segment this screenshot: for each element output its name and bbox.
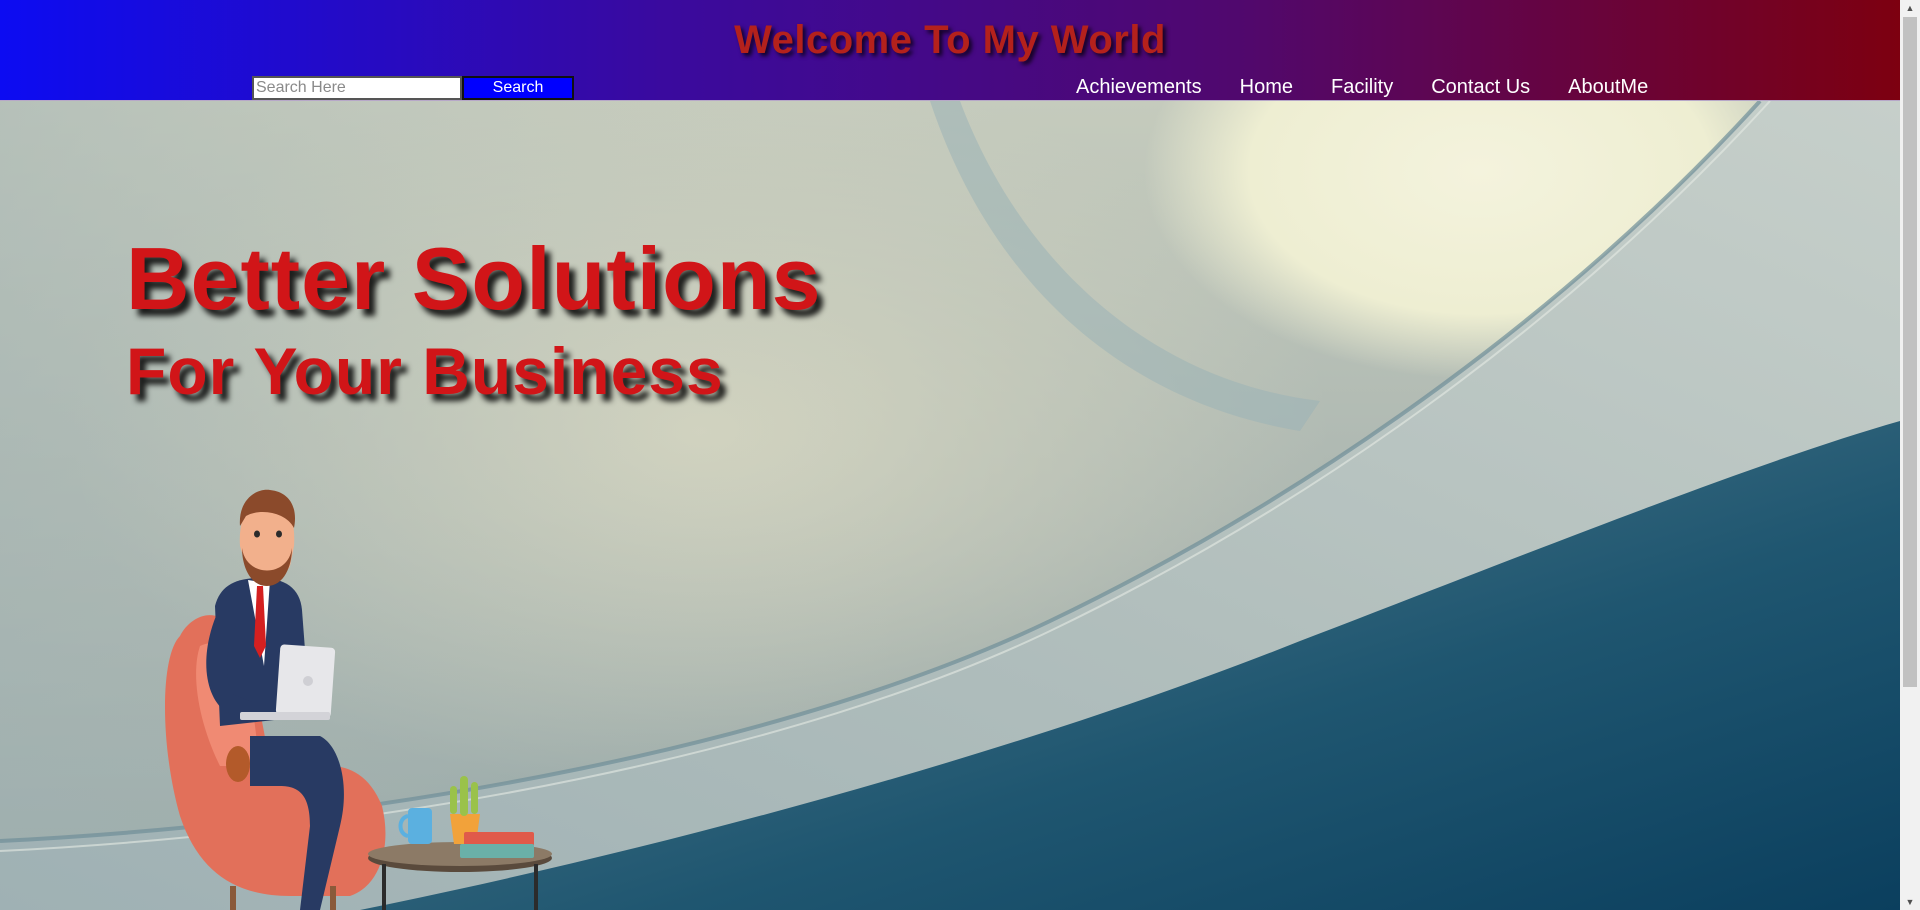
nav-item-contact-us[interactable]: Contact Us [1431,76,1530,99]
search-button[interactable]: Search [462,76,574,100]
page-scrollbar[interactable]: ▲ ▼ [1900,0,1920,910]
hero-headline-line1: Better Solutions [126,229,822,328]
site-title: Welcome To My World [734,18,1166,62]
search-input[interactable] [252,76,462,100]
scroll-thumb[interactable] [1903,17,1917,687]
nav-item-about-me[interactable]: AboutMe [1568,76,1648,99]
scroll-down-arrow-icon[interactable]: ▼ [1900,894,1920,910]
businessman-illustration [165,489,552,910]
nav-item-home[interactable]: Home [1240,76,1293,99]
scroll-up-arrow-icon[interactable]: ▲ [1900,0,1920,16]
main-nav: Achievements Home Facility Contact Us Ab… [1076,76,1648,99]
search-bar: Search [252,76,574,100]
nav-item-achievements[interactable]: Achievements [1076,76,1202,99]
nav-item-facility[interactable]: Facility [1331,76,1393,99]
site-header: Welcome To My World Search Achievements … [0,0,1900,101]
hero-headline-line2: For Your Business [126,334,724,408]
hero-section: Better Solutions For Your Business [0,101,1900,910]
